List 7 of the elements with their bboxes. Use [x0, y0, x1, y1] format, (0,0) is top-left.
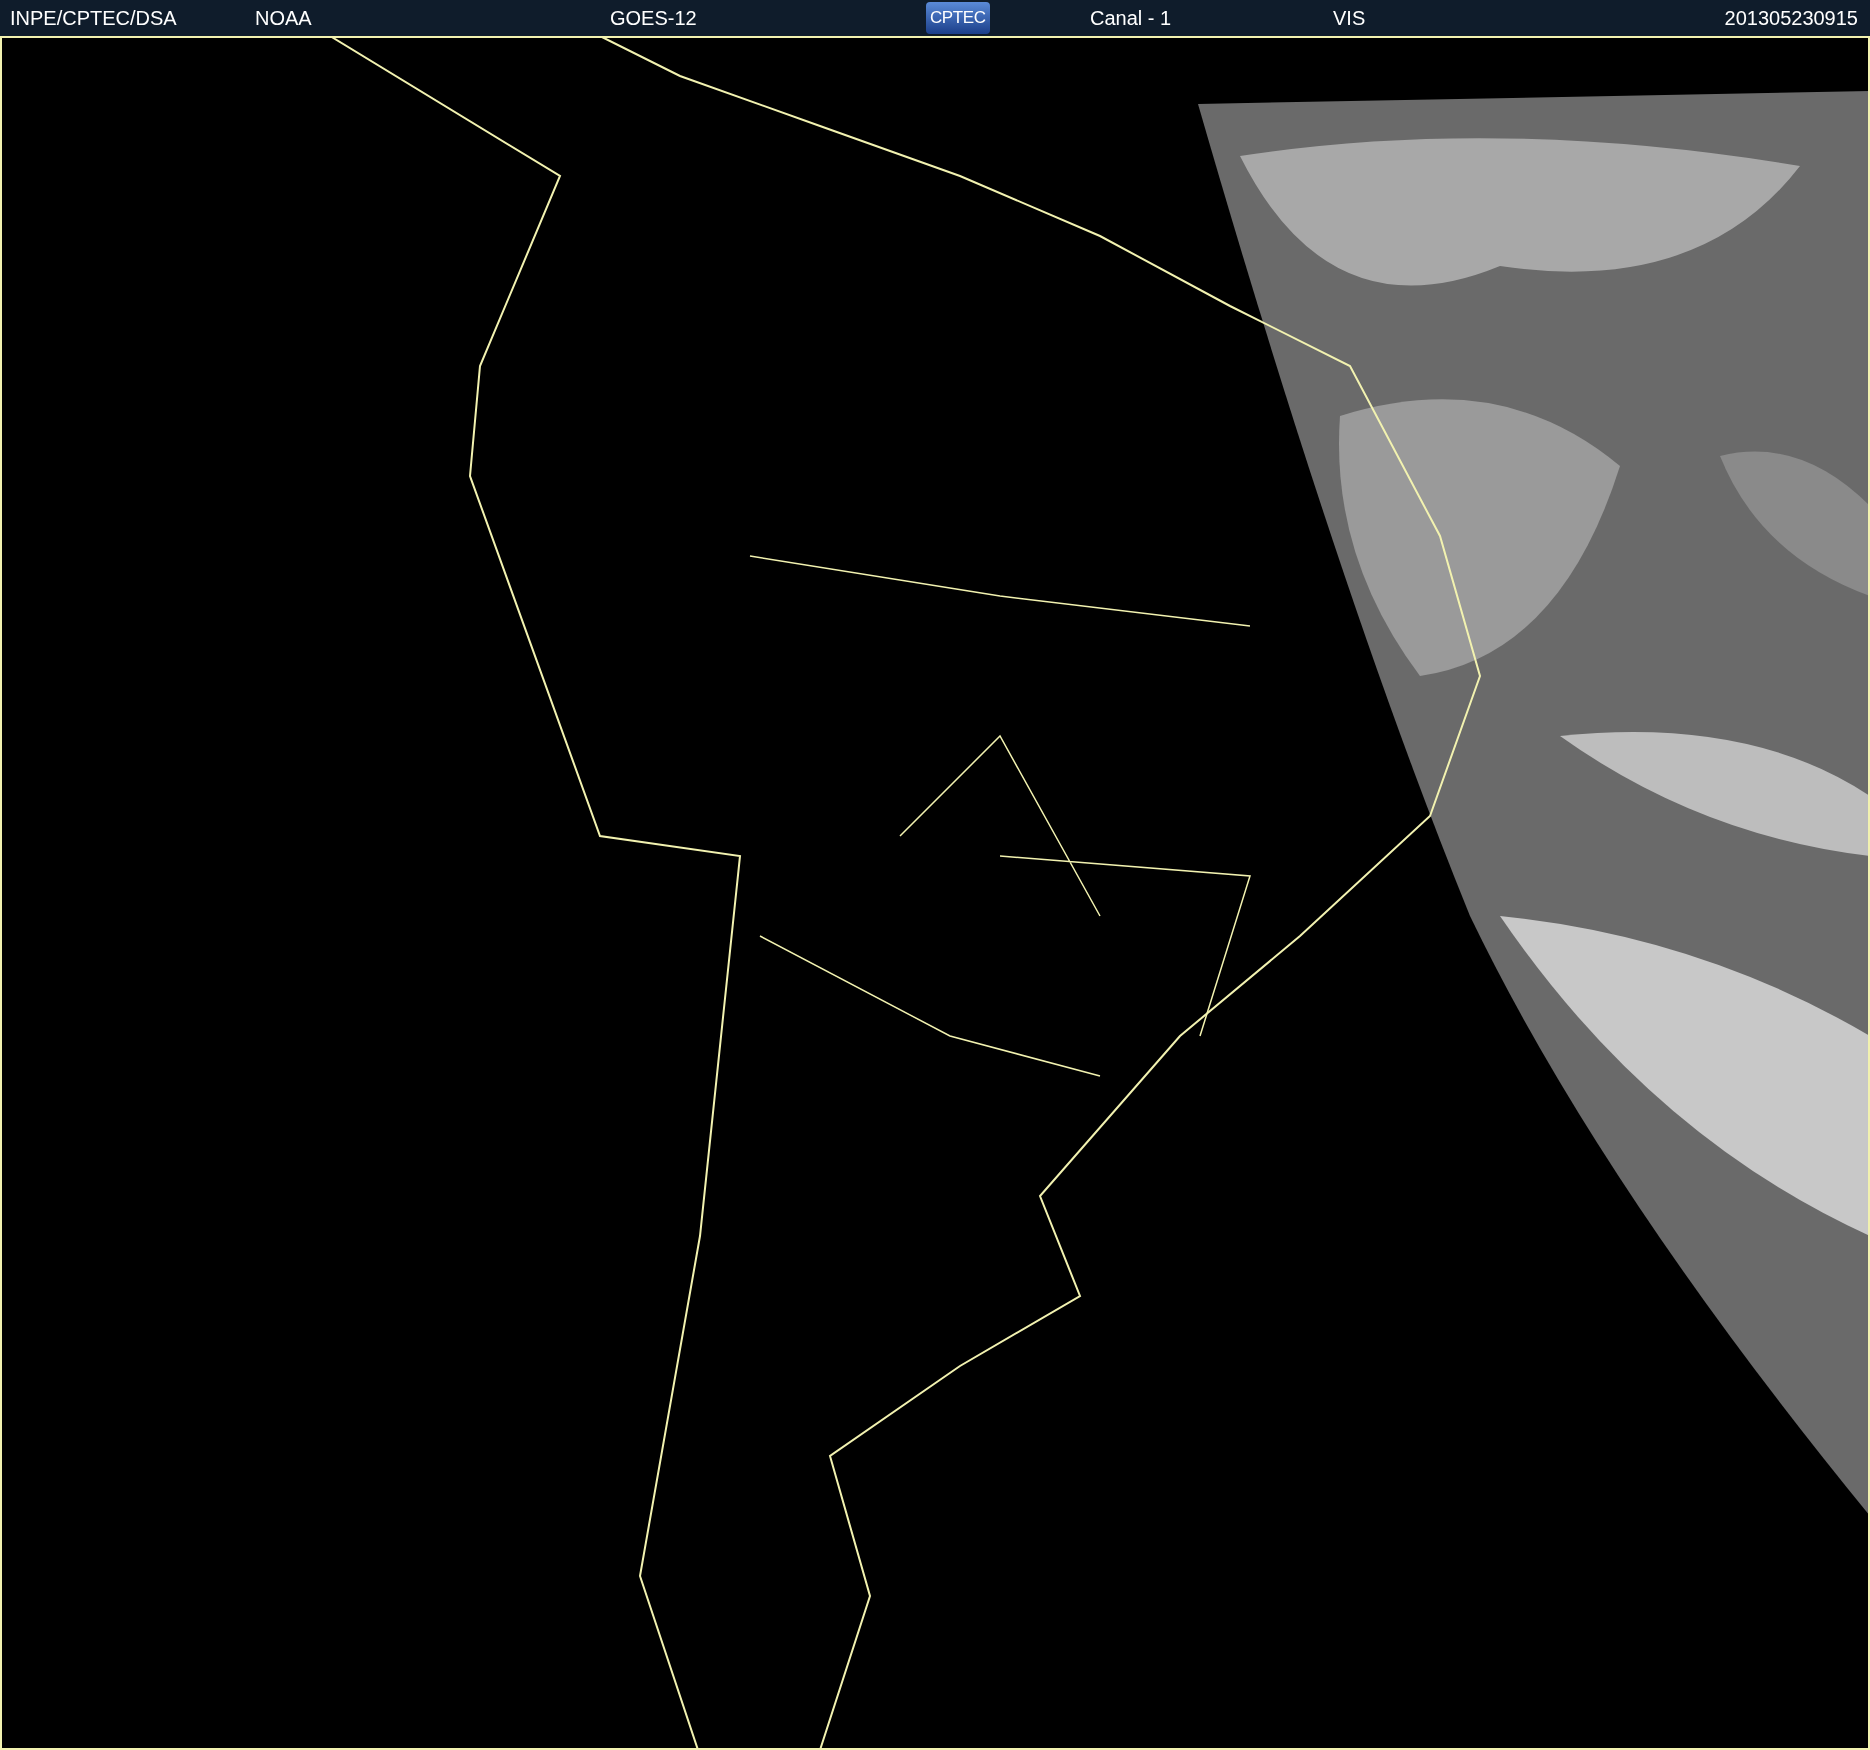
header-label: INPE/CPTEC/DSA: [10, 6, 178, 31]
header-label: 201305230915: [1723, 6, 1858, 31]
header-label: VIS: [1333, 6, 1367, 31]
header-label: NOAA: [255, 6, 313, 31]
header-label: GOES-12: [610, 6, 698, 31]
header-label: Canal - 1: [1090, 6, 1173, 31]
logo: CPTEC: [926, 2, 990, 34]
